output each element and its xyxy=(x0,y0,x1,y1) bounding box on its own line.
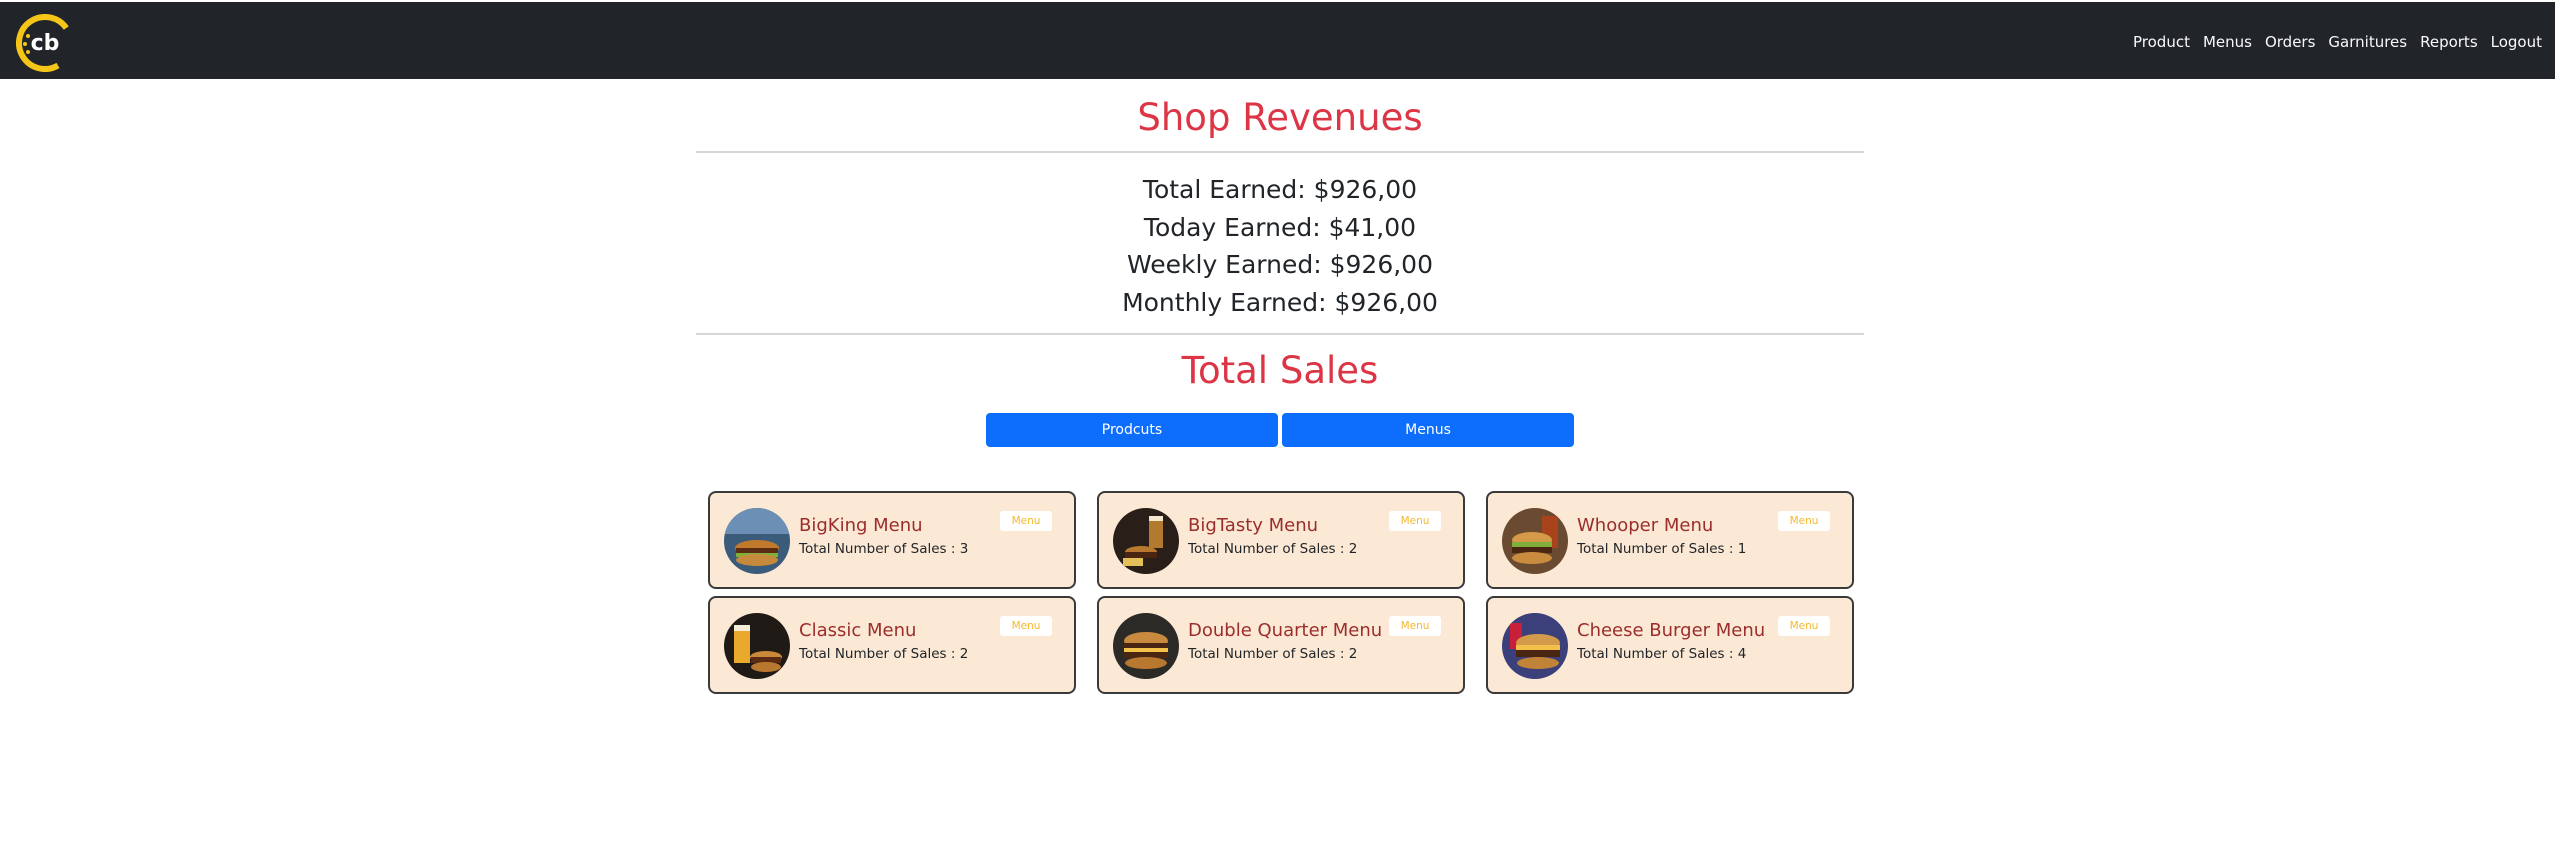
menu-sales-count: Total Number of Sales : 1 xyxy=(1577,541,1747,557)
menu-name: Whooper Menu xyxy=(1577,515,1714,536)
today-earned: Today Earned: $41,00 xyxy=(1143,212,1417,242)
menu-image xyxy=(1502,508,1568,574)
menu-name: Cheese Burger Menu xyxy=(1577,620,1766,641)
menu-sales-card[interactable]: BigKing Menu Total Number of Sales : 3 M… xyxy=(708,491,1076,589)
shop-revenues-title: Shop Revenues xyxy=(1137,96,1423,139)
menus-button[interactable]: Menus xyxy=(1282,413,1574,447)
divider xyxy=(696,151,1864,153)
weekly-earned: Weekly Earned: $926,00 xyxy=(1127,250,1433,279)
divider xyxy=(696,333,1864,335)
nav-link-logout[interactable]: Logout xyxy=(2491,33,2542,51)
menu-sales-card[interactable]: BigTasty Menu Total Number of Sales : 2 … xyxy=(1097,491,1465,589)
menu-image xyxy=(1113,508,1179,574)
products-button[interactable]: Prodcuts xyxy=(986,413,1278,447)
nav-link-product[interactable]: Product xyxy=(2133,33,2190,51)
menu-name: Classic Menu xyxy=(799,620,917,641)
menu-badge: Menu xyxy=(1000,511,1052,531)
total-sales-title: Total Sales xyxy=(1181,349,1379,392)
total-earned: Total Earned: $926,00 xyxy=(1142,175,1418,204)
nav-links: Product Menus Orders Garnitures Reports … xyxy=(2120,2,2542,81)
menu-name: Double Quarter Menu xyxy=(1188,620,1383,641)
nav-link-garnitures[interactable]: Garnitures xyxy=(2328,33,2407,51)
menu-sales-card[interactable]: Cheese Burger Menu Total Number of Sales… xyxy=(1486,596,1854,694)
menu-badge: Menu xyxy=(1389,511,1441,531)
menu-badge: Menu xyxy=(1778,511,1830,531)
menu-badge: Menu xyxy=(1778,616,1830,636)
menu-sales-count: Total Number of Sales : 4 xyxy=(1577,646,1747,662)
monthly-earned: Monthly Earned: $926,00 xyxy=(1122,287,1438,317)
revenue-stats: Total Earned: $926,00 Today Earned: $41,… xyxy=(696,171,1864,321)
menu-badge: Menu xyxy=(1389,616,1441,636)
nav-link-reports[interactable]: Reports xyxy=(2420,33,2478,51)
menu-sales-count: Total Number of Sales : 3 xyxy=(799,541,969,557)
nav-link-menus[interactable]: Menus xyxy=(2203,33,2252,51)
svg-text:cb: cb xyxy=(31,31,60,56)
menu-sales-card[interactable]: Whooper Menu Total Number of Sales : 1 M… xyxy=(1486,491,1854,589)
menu-name: BigKing Menu xyxy=(799,515,923,536)
menu-sales-count: Total Number of Sales : 2 xyxy=(1188,541,1358,557)
nav-link-orders[interactable]: Orders xyxy=(2265,33,2315,51)
menu-image xyxy=(1113,613,1179,679)
menu-sales-card[interactable]: Double Quarter Menu Total Number of Sale… xyxy=(1097,596,1465,694)
menu-image xyxy=(724,613,790,679)
sales-tab-buttons: Prodcuts Menus xyxy=(986,413,1578,447)
menu-sales-count: Total Number of Sales : 2 xyxy=(1188,646,1358,662)
menu-image xyxy=(724,508,790,574)
menu-badge: Menu xyxy=(1000,616,1052,636)
top-navbar: cb Product Menus Orders Garnitures Repor… xyxy=(0,0,2555,79)
brand-logo[interactable]: cb xyxy=(16,14,74,72)
menu-sales-card[interactable]: Classic Menu Total Number of Sales : 2 M… xyxy=(708,596,1076,694)
menu-name: BigTasty Menu xyxy=(1188,515,1319,536)
menu-image xyxy=(1502,613,1568,679)
menu-sales-count: Total Number of Sales : 2 xyxy=(799,646,969,662)
